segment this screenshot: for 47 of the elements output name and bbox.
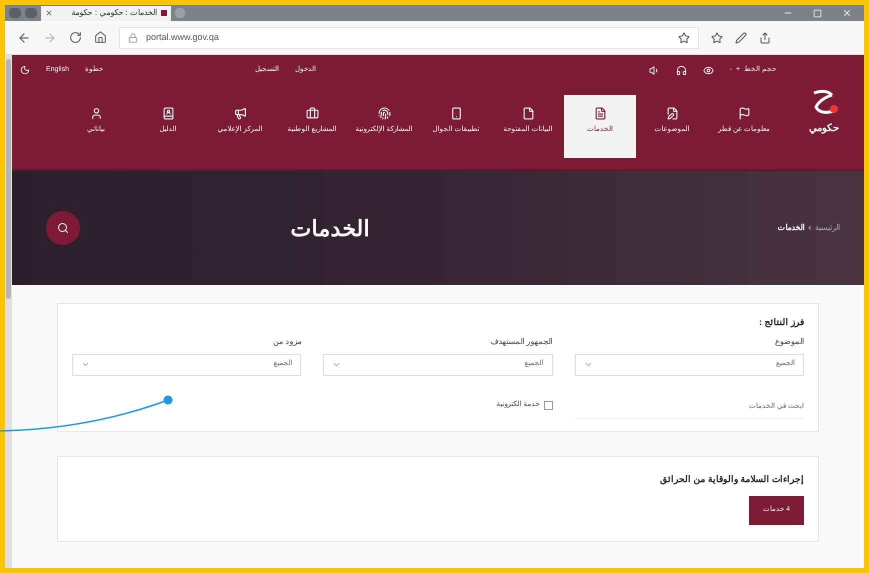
select-label: الموضوع — [774, 336, 804, 348]
favicon-icon — [161, 10, 167, 16]
url-text: portal.www.gov.qa — [146, 30, 219, 44]
briefcase-icon — [306, 107, 318, 120]
pen-icon[interactable] — [735, 32, 747, 44]
chevron-icon — [332, 360, 342, 369]
chevron-icon — [584, 360, 593, 369]
close-icon[interactable] — [45, 9, 53, 17]
browser-tab[interactable]: الخدمات : حكومي : حكومة — [41, 6, 171, 20]
tab-title: الخدمات : حكومي : حكومة — [72, 7, 157, 19]
search-icon — [57, 222, 69, 234]
share-icon[interactable] — [759, 32, 771, 44]
service-title[interactable]: إجراءات السلامة والوقاية من الحرائق — [660, 472, 804, 486]
filter-title: فرز النتائج : — [758, 316, 804, 330]
favorites-icon[interactable] — [711, 32, 723, 44]
fingerprint-icon — [378, 107, 390, 120]
lock-icon — [128, 32, 138, 42]
search-button[interactable] — [46, 211, 80, 245]
select-label: الجمهور المستهدف — [489, 336, 553, 348]
refresh-icon[interactable] — [69, 31, 82, 44]
speaker-icon[interactable] — [648, 64, 660, 76]
checkbox[interactable] — [544, 400, 553, 410]
note-icon — [666, 107, 678, 120]
user-icon — [90, 107, 102, 120]
flag-icon — [738, 107, 750, 120]
close-icon[interactable] — [842, 8, 852, 18]
file-icon — [522, 107, 534, 120]
contact-card-icon — [162, 107, 174, 120]
headset-icon[interactable] — [676, 64, 687, 76]
logo-text: حكومي — [809, 122, 839, 136]
select-label: مزود من — [272, 336, 302, 348]
maximize-icon[interactable] — [813, 8, 822, 18]
phone-icon — [450, 107, 462, 120]
eye-icon[interactable] — [702, 64, 714, 76]
document-icon — [594, 107, 606, 120]
breadcrumb-link[interactable]: الرئيسية — [815, 222, 840, 234]
back-icon[interactable] — [17, 30, 31, 44]
home-icon[interactable] — [94, 31, 107, 44]
star-icon[interactable] — [678, 32, 690, 44]
scrollbar[interactable] — [5, 55, 12, 568]
megaphone-icon — [234, 107, 246, 120]
breadcrumb-current: الخدمات — [777, 222, 804, 234]
moon-icon[interactable] — [20, 65, 30, 75]
page-title: الخدمات — [290, 214, 370, 242]
breadcrumb-separator: › — [808, 222, 811, 234]
chevron-icon — [81, 360, 90, 369]
address-field[interactable]: portal.www.gov.qa — [119, 26, 699, 48]
